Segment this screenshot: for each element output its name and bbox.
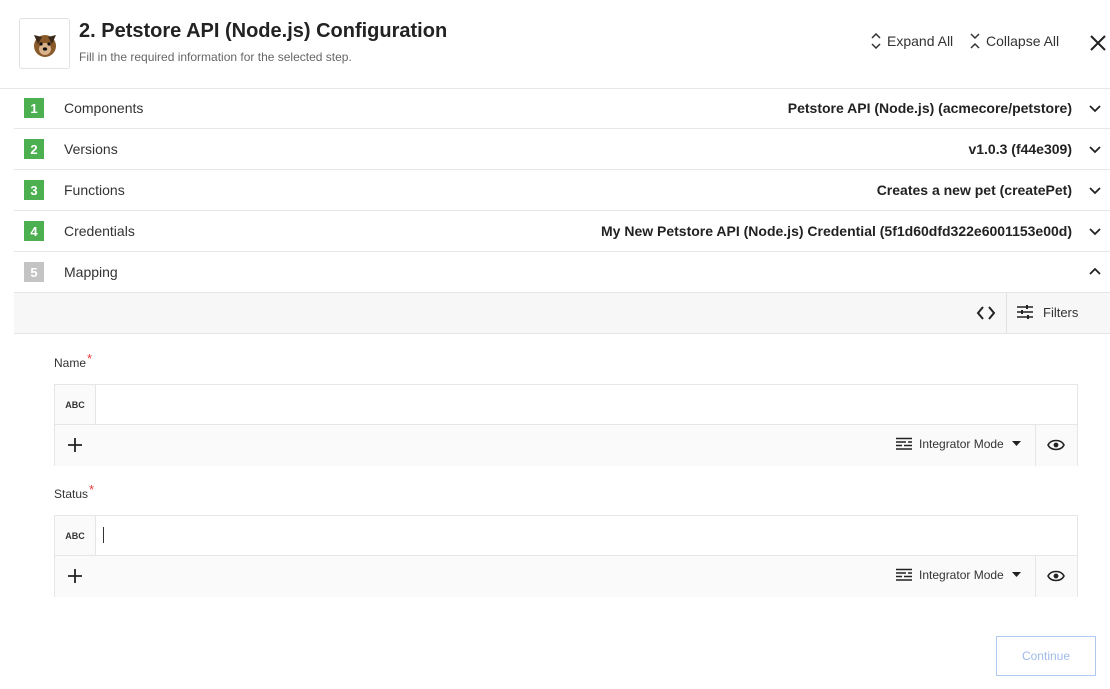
step-number-badge: 2 xyxy=(24,139,44,159)
type-badge: ABC xyxy=(55,516,96,555)
caret-down-icon xyxy=(1011,441,1021,446)
component-logo xyxy=(19,18,70,69)
chevron-down-icon xyxy=(1089,105,1101,113)
expand-icon xyxy=(871,33,881,49)
step-row-mapping[interactable]: 5 Mapping xyxy=(14,252,1110,293)
filters-icon xyxy=(1017,305,1033,319)
mapping-toolbar: Filters xyxy=(14,293,1110,334)
filters-label: Filters xyxy=(1043,304,1079,320)
step-row-components[interactable]: 1 Components Petstore API (Node.js) (acm… xyxy=(14,88,1110,129)
expand-all-label: Expand All xyxy=(887,33,954,49)
name-input[interactable] xyxy=(96,385,1076,424)
step-label: Mapping xyxy=(64,264,118,280)
modal-header: 2. Petstore API (Node.js) Configuration … xyxy=(0,0,1110,89)
step-row-functions[interactable]: 3 Functions Creates a new pet (createPet… xyxy=(14,170,1110,211)
chevron-down-icon xyxy=(1089,187,1101,195)
chevron-down-icon xyxy=(1089,228,1101,236)
actions-divider xyxy=(1035,425,1036,466)
mode-icon xyxy=(896,437,912,450)
page-title: 2. Petstore API (Node.js) Configuration xyxy=(79,20,448,42)
page-subtitle: Fill in the required information for the… xyxy=(79,50,352,64)
required-asterisk: * xyxy=(89,482,95,497)
collapse-icon xyxy=(970,33,980,49)
eye-icon[interactable] xyxy=(1047,569,1065,583)
step-label: Functions xyxy=(64,182,125,198)
status-field: ABC Integrator Mode xyxy=(54,515,1078,597)
step-value: v1.0.3 (f44e309) xyxy=(968,141,1072,157)
eye-icon[interactable] xyxy=(1047,438,1065,452)
status-input[interactable] xyxy=(96,516,1076,555)
step-row-credentials[interactable]: 4 Credentials My New Petstore API (Node.… xyxy=(14,211,1110,252)
name-field-label: Name* xyxy=(54,351,92,370)
step-number-badge: 4 xyxy=(24,221,44,241)
mode-label: Integrator Mode xyxy=(919,437,1004,451)
field-label-text: Status xyxy=(54,487,89,501)
mode-icon xyxy=(896,568,912,581)
text-cursor xyxy=(103,527,104,543)
plus-icon[interactable] xyxy=(67,437,83,453)
step-label: Versions xyxy=(64,141,118,157)
collapse-all-label: Collapse All xyxy=(986,33,1060,49)
chevron-down-icon xyxy=(1089,146,1101,154)
step-value: My New Petstore API (Node.js) Credential… xyxy=(601,223,1072,239)
type-badge: ABC xyxy=(55,385,96,424)
field-actions: Integrator Mode xyxy=(55,424,1077,466)
integrator-mode-dropdown[interactable]: Integrator Mode xyxy=(895,437,1021,451)
close-icon[interactable] xyxy=(1088,33,1108,53)
step-number-badge: 3 xyxy=(24,180,44,200)
step-value: Petstore API (Node.js) (acmecore/petstor… xyxy=(787,100,1072,116)
caret-down-icon xyxy=(1011,572,1021,577)
field-actions: Integrator Mode xyxy=(55,555,1077,597)
plus-icon[interactable] xyxy=(67,568,83,584)
status-field-label: Status* xyxy=(54,482,94,501)
actions-divider xyxy=(1035,556,1036,597)
step-number-badge: 1 xyxy=(24,98,44,118)
toolbar-divider xyxy=(1006,293,1007,333)
name-field: ABC Integrator Mode xyxy=(54,384,1078,466)
step-value: Creates a new pet (createPet) xyxy=(876,182,1072,198)
continue-button[interactable]: Continue xyxy=(996,636,1096,676)
code-view-icon[interactable] xyxy=(976,304,996,322)
collapse-all-button[interactable]: Collapse All xyxy=(970,33,1059,49)
field-label-text: Name xyxy=(54,356,87,370)
step-label: Components xyxy=(64,100,144,116)
step-row-versions[interactable]: 2 Versions v1.0.3 (f44e309) xyxy=(14,129,1110,170)
chevron-up-icon xyxy=(1089,267,1101,275)
required-asterisk: * xyxy=(87,351,93,366)
integrator-mode-dropdown[interactable]: Integrator Mode xyxy=(895,568,1021,582)
step-label: Credentials xyxy=(64,223,135,239)
step-number-badge: 5 xyxy=(24,262,44,282)
expand-all-button[interactable]: Expand All xyxy=(871,33,953,49)
filters-button[interactable]: Filters xyxy=(1016,304,1078,320)
mode-label: Integrator Mode xyxy=(919,568,1004,582)
